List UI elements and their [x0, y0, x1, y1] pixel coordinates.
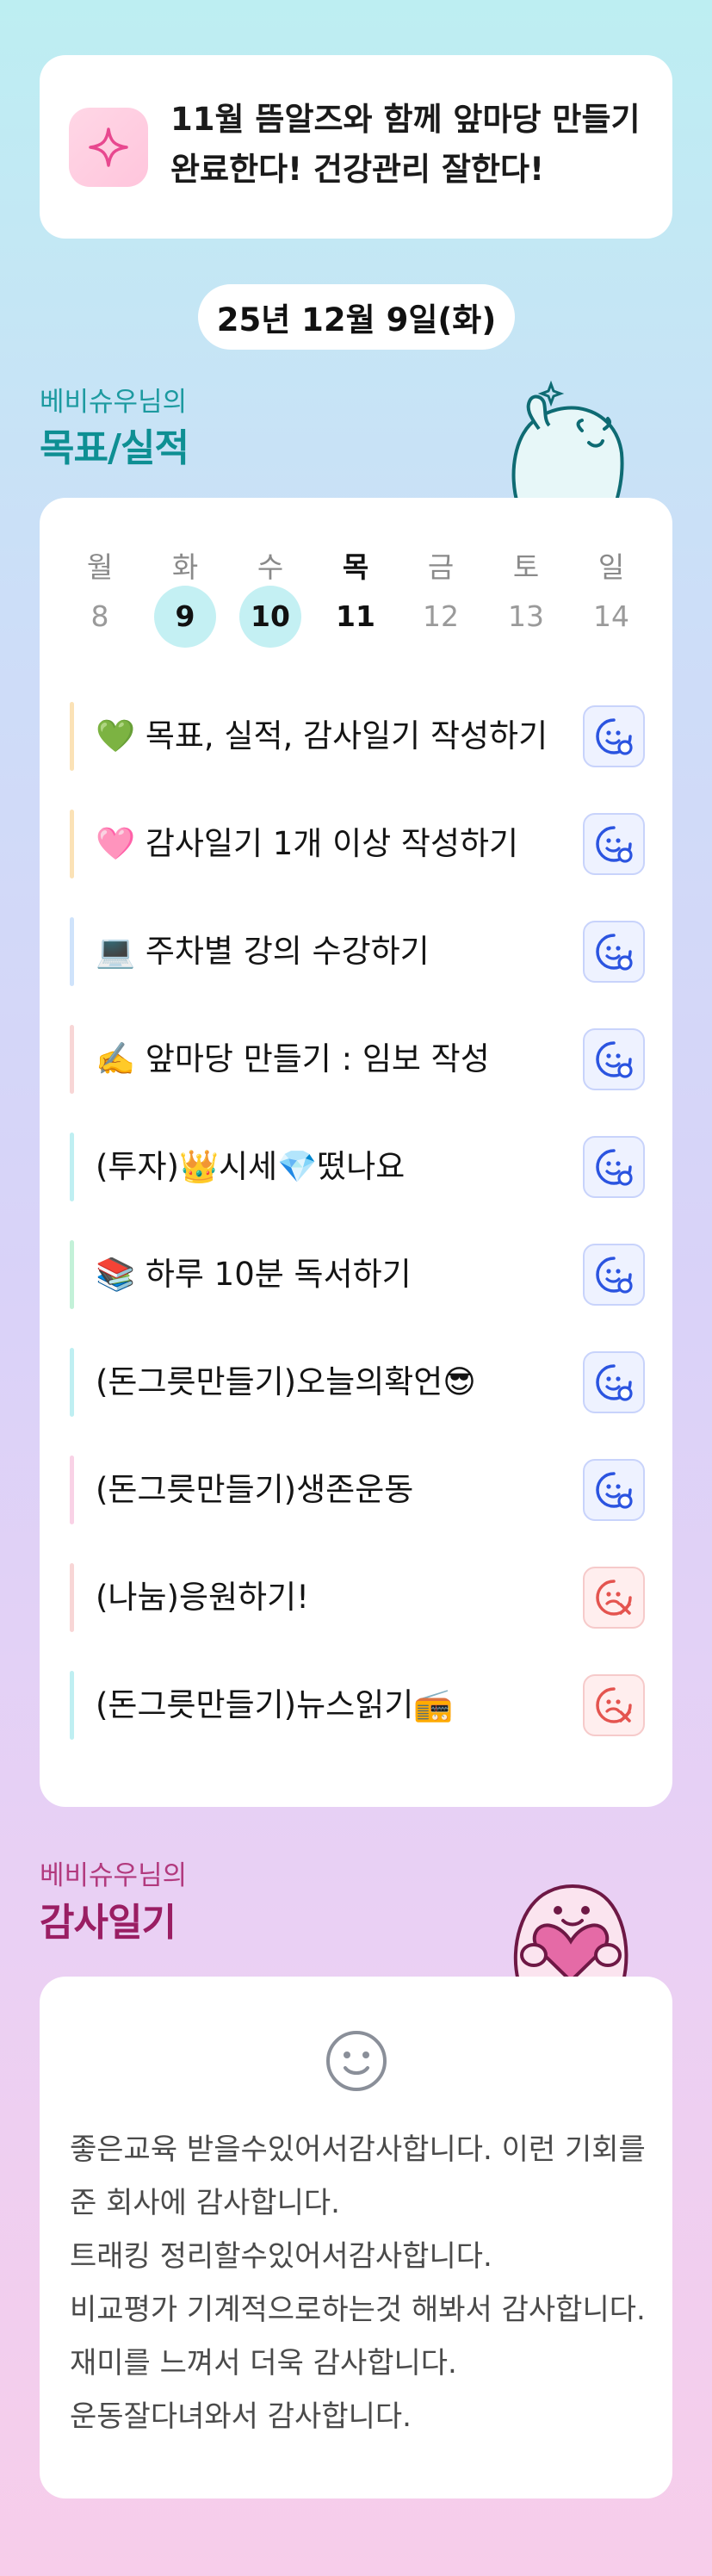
weekday-label: 목 — [342, 550, 369, 584]
date-cell-today[interactable]: 11 — [325, 586, 387, 648]
weekday-label: 토 — [512, 550, 540, 584]
task-row[interactable]: 💻 주차별 강의 수강하기 — [70, 917, 645, 986]
task-label: 📚 하루 10분 독서하기 — [96, 1256, 412, 1293]
task-done-icon[interactable] — [583, 1136, 645, 1198]
weekday-label: 금 — [427, 550, 455, 584]
task-row[interactable]: 🩷 감사일기 1개 이상 작성하기 — [70, 810, 645, 878]
sparkle-icon — [69, 108, 148, 187]
task-done-icon[interactable] — [583, 1028, 645, 1090]
date-cell[interactable]: 8 — [69, 586, 131, 648]
task-label: (돈그릇만들기)생존운동 — [96, 1471, 414, 1508]
task-color-bar — [70, 702, 74, 771]
task-color-bar — [70, 1456, 74, 1524]
task-label: 💚 목표, 실적, 감사일기 작성하기 — [96, 717, 548, 754]
task-failed-icon[interactable] — [583, 1567, 645, 1629]
task-row[interactable]: (돈그릇만들기)오늘의확언😎 — [70, 1348, 645, 1417]
task-color-bar — [70, 1025, 74, 1094]
task-done-icon[interactable] — [583, 921, 645, 983]
task-done-icon[interactable] — [583, 705, 645, 767]
date-cell-selected[interactable]: 10 — [239, 586, 301, 648]
task-row[interactable]: ✍️ 앞마당 만들기 : 임보 작성 — [70, 1025, 645, 1094]
task-done-icon[interactable] — [583, 1244, 645, 1306]
task-color-bar — [70, 1133, 74, 1201]
smile-icon — [326, 2031, 387, 2091]
weekday-label: 일 — [597, 550, 625, 584]
task-label: (투자)👑시세💎떴나요 — [96, 1148, 406, 1185]
date-cell[interactable]: 14 — [580, 586, 642, 648]
task-color-bar — [70, 1240, 74, 1309]
task-color-bar — [70, 810, 74, 878]
task-color-bar — [70, 1348, 74, 1417]
task-done-icon[interactable] — [583, 1351, 645, 1413]
weekday-label: 수 — [257, 550, 284, 584]
gratitude-text: 좋은교육 받을수있어서감사합니다. 이런 기회를준 회사에 감사합니다. 트래킹… — [70, 2132, 646, 2434]
task-color-bar — [70, 1563, 74, 1632]
task-label: (돈그릇만들기)뉴스읽기📻 — [96, 1686, 454, 1723]
date-pill[interactable]: 25년 12월 9일(화) — [198, 284, 515, 350]
task-row[interactable]: (돈그릇만들기)뉴스읽기📻 — [70, 1671, 645, 1740]
task-color-bar — [70, 1671, 74, 1740]
goals-card: 월 화 수 목 금 토 일 8 9 10 11 12 13 14 💚 목표, 실… — [40, 498, 672, 1807]
gratitude-owner: 베비슈우님의 — [40, 1860, 188, 1891]
task-color-bar — [70, 917, 74, 986]
task-label: ✍️ 앞마당 만들기 : 임보 작성 — [96, 1040, 490, 1077]
date-cell[interactable]: 12 — [410, 586, 472, 648]
date-cell[interactable]: 13 — [495, 586, 557, 648]
task-row[interactable]: 📚 하루 10분 독서하기 — [70, 1240, 645, 1309]
task-failed-icon[interactable] — [583, 1674, 645, 1736]
weekday-label: 월 — [86, 550, 114, 584]
weekday-label: 화 — [171, 550, 199, 584]
task-done-icon[interactable] — [583, 1459, 645, 1521]
task-label: 🩷 감사일기 1개 이상 작성하기 — [96, 825, 519, 862]
gratitude-card: 좋은교육 받을수있어서감사합니다. 이런 기회를준 회사에 감사합니다. 트래킹… — [40, 1977, 672, 2498]
heart-mascot-icon — [513, 1884, 628, 1981]
goals-owner: 베비슈우님의 — [40, 387, 188, 418]
banner-message: 11월 뜸알즈와 함께 앞마당 만들기 완료한다! 건강관리 잘한다! — [170, 101, 641, 188]
task-label: (나눔)응원하기! — [96, 1579, 309, 1616]
task-label: (돈그릇만들기)오늘의확언😎 — [96, 1363, 476, 1400]
task-row[interactable]: (돈그릇만들기)생존운동 — [70, 1456, 645, 1524]
task-done-icon[interactable] — [583, 813, 645, 875]
gratitude-title: 감사일기 — [40, 1901, 176, 1945]
banner-card: 11월 뜸알즈와 함께 앞마당 만들기 완료한다! 건강관리 잘한다! — [40, 55, 672, 239]
goals-title: 목표/실적 — [40, 426, 189, 470]
task-row[interactable]: (나눔)응원하기! — [70, 1563, 645, 1632]
date-cell-selected[interactable]: 9 — [154, 586, 216, 648]
task-row[interactable]: 💚 목표, 실적, 감사일기 작성하기 — [70, 702, 645, 771]
task-label: 💻 주차별 강의 수강하기 — [96, 933, 430, 970]
cheering-mascot-icon — [511, 380, 624, 506]
task-row[interactable]: (투자)👑시세💎떴나요 — [70, 1133, 645, 1201]
